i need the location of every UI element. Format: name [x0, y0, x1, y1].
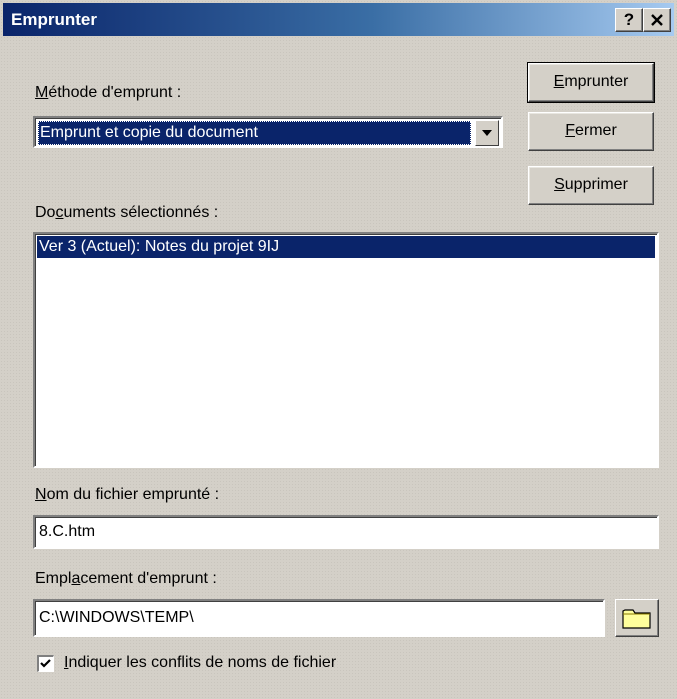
checkout-button[interactable]: Emprunter — [527, 62, 655, 103]
title-bar[interactable]: Emprunter ? — [3, 3, 674, 36]
filename-field[interactable]: 8.C.htm — [33, 515, 659, 549]
folder-icon — [622, 609, 651, 629]
chevron-down-icon — [482, 130, 492, 136]
dropdown-button[interactable] — [475, 120, 499, 146]
close-window-button[interactable] — [643, 8, 671, 32]
conflicts-label[interactable]: Indiquer les conflits de noms de fichier — [64, 654, 336, 672]
close-button[interactable]: Fermer — [528, 112, 654, 151]
close-icon — [651, 14, 663, 26]
filename-label: Nom du fichier emprunté : — [35, 486, 220, 503]
method-label: Méthode d'emprunt : — [35, 84, 182, 101]
method-select[interactable]: Emprunt et copie du document — [33, 116, 503, 148]
checkout-dialog: Emprunter ? Méthode d'emprunt : Emprunt … — [0, 0, 677, 699]
method-selected-value: Emprunt et copie du document — [38, 121, 471, 145]
location-value: C:\WINDOWS\TEMP\ — [39, 609, 194, 626]
list-item[interactable]: Ver 3 (Actuel): Notes du projet 9IJ — [37, 236, 655, 258]
filename-value: 8.C.htm — [39, 523, 96, 540]
location-label: Emplacement d'emprunt : — [35, 570, 217, 587]
checkmark-icon — [40, 659, 51, 668]
documents-list[interactable]: Ver 3 (Actuel): Notes du projet 9IJ — [33, 232, 659, 468]
conflicts-checkbox[interactable] — [37, 655, 54, 672]
delete-button[interactable]: Supprimer — [528, 166, 654, 205]
help-button[interactable]: ? — [615, 8, 643, 32]
documents-label: Documents sélectionnés : — [35, 204, 219, 221]
browse-button[interactable] — [615, 599, 659, 637]
location-field[interactable]: C:\WINDOWS\TEMP\ — [33, 599, 605, 637]
window-title: Emprunter — [11, 10, 97, 29]
